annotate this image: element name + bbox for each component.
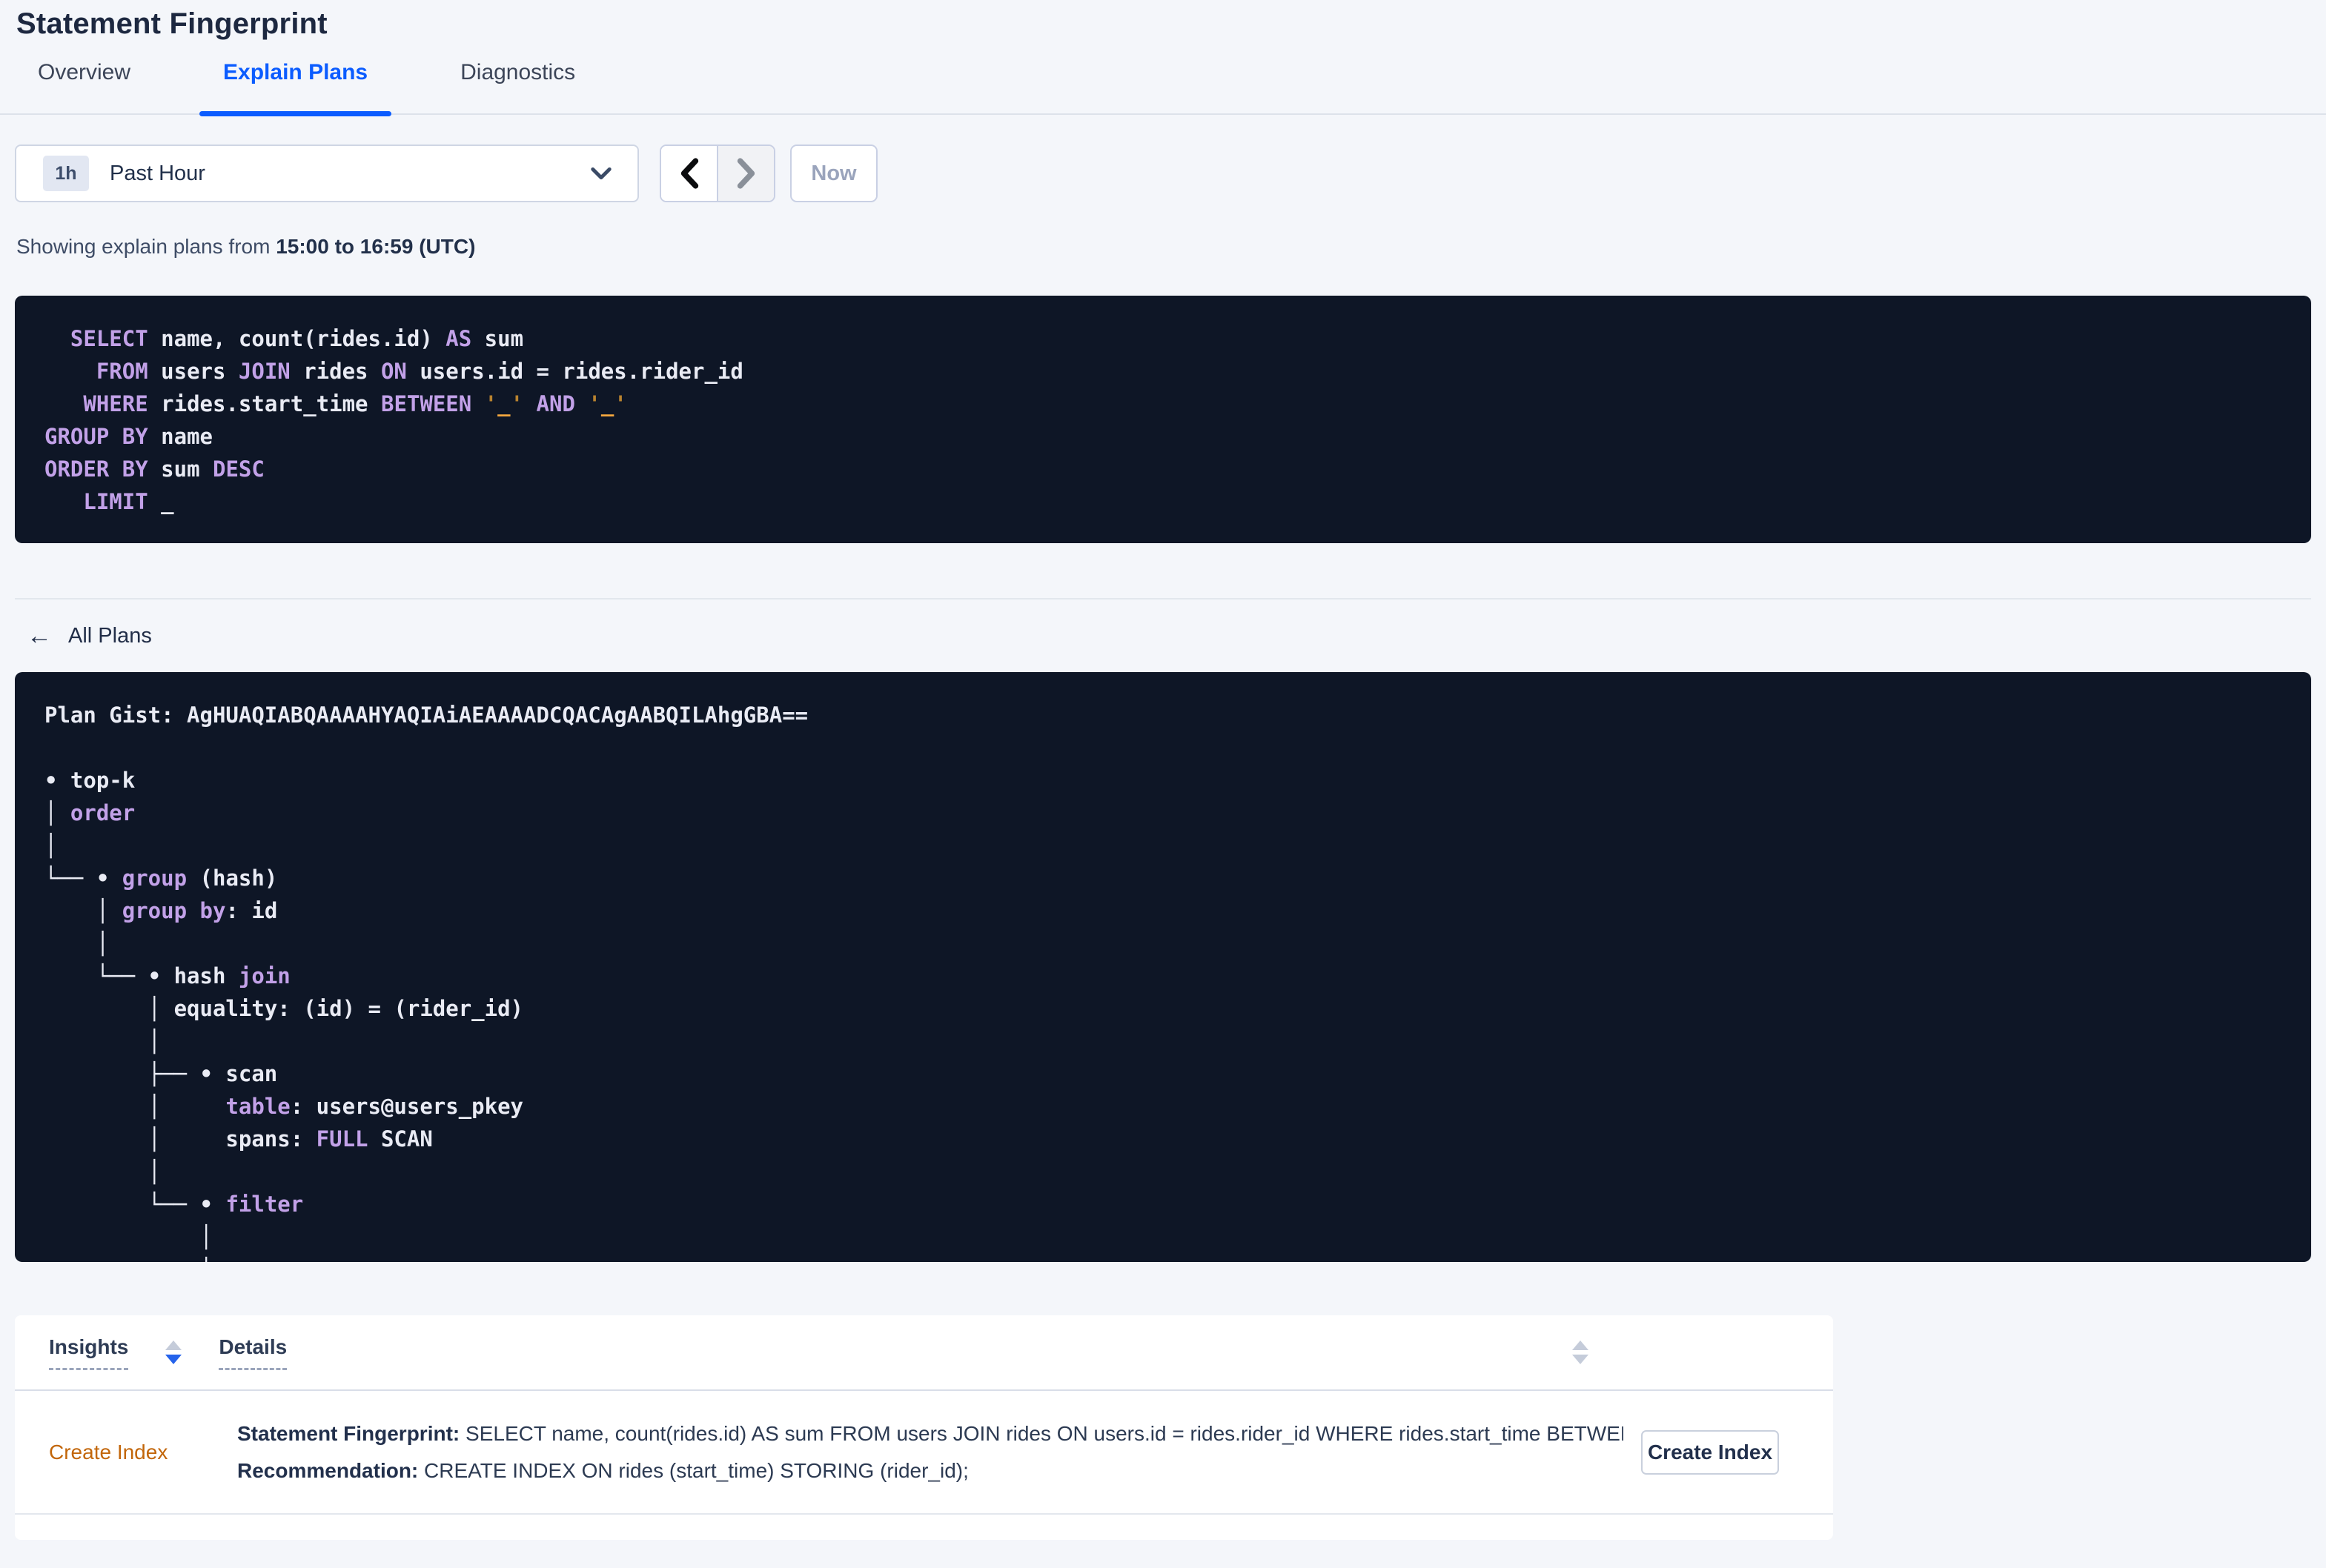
time-pager xyxy=(660,144,775,202)
next-interval-button[interactable] xyxy=(718,146,774,201)
create-index-button[interactable]: Create Index xyxy=(1641,1429,1779,1475)
column-header-details[interactable]: Details xyxy=(219,1335,288,1370)
sort-asc-icon xyxy=(1572,1341,1588,1350)
section-divider xyxy=(15,598,2311,599)
statement-fingerprint-text: SELECT name, count(rides.id) AS sum FROM… xyxy=(460,1421,1623,1445)
plan-gist-block: Plan Gist: AgHUAQIABQAAAAHYAQIAiAEAAAADC… xyxy=(15,672,2311,1262)
create-index-link[interactable]: Create Index xyxy=(49,1441,168,1464)
sort-icon-insights[interactable] xyxy=(165,1341,182,1364)
time-range-label: Past Hour xyxy=(110,161,205,185)
recommendation-line: Recommendation: CREATE INDEX ON rides (s… xyxy=(237,1452,1623,1489)
details-cell: Statement Fingerprint: SELECT name, coun… xyxy=(237,1415,1623,1489)
time-toolbar: 1h Past Hour Now xyxy=(15,144,2326,202)
chevron-right-icon xyxy=(737,158,755,189)
tab-bar: Overview Explain Plans Diagnostics xyxy=(0,60,2326,116)
summary-prefix: Showing explain plans from xyxy=(16,235,276,258)
sql-statement-block: SELECT name, count(rides.id) AS sum FROM… xyxy=(15,296,2311,543)
previous-interval-button[interactable] xyxy=(661,146,718,201)
insights-table-card: Insights Details Create Index Statement … xyxy=(15,1315,1833,1540)
arrow-left-icon: ← xyxy=(27,622,52,650)
time-range-badge: 1h xyxy=(43,156,89,191)
sort-icon-details[interactable] xyxy=(1572,1341,1588,1364)
tab-overview[interactable]: Overview xyxy=(38,60,130,113)
column-header-insights[interactable]: Insights xyxy=(49,1335,129,1370)
recommendation-text: CREATE INDEX ON rides (start_time) STORI… xyxy=(418,1458,969,1482)
now-button[interactable]: Now xyxy=(790,144,878,202)
sort-desc-icon xyxy=(1572,1355,1588,1364)
summary-range: 15:00 to 16:59 (UTC) xyxy=(276,235,476,258)
table-row: Create Index Statement Fingerprint: SELE… xyxy=(15,1391,1833,1515)
chevron-left-icon xyxy=(680,158,698,189)
insights-table-header: Insights Details xyxy=(15,1315,1833,1391)
sort-desc-icon xyxy=(165,1355,182,1364)
chevron-down-icon xyxy=(590,165,612,182)
time-range-summary: Showing explain plans from 15:00 to 16:5… xyxy=(16,235,2326,259)
all-plans-label: All Plans xyxy=(68,623,152,648)
statement-fingerprint-label: Statement Fingerprint: xyxy=(237,1421,460,1445)
time-range-select[interactable]: 1h Past Hour xyxy=(15,144,639,202)
page-title: Statement Fingerprint xyxy=(16,7,328,40)
statement-fingerprint-line: Statement Fingerprint: SELECT name, coun… xyxy=(237,1415,1623,1452)
insight-cell: Create Index xyxy=(49,1441,222,1464)
statement-fingerprint-page: Statement Fingerprint Overview Explain P… xyxy=(0,7,2326,1568)
recommendation-label: Recommendation: xyxy=(237,1458,419,1482)
tab-diagnostics[interactable]: Diagnostics xyxy=(460,60,575,113)
all-plans-back-link[interactable]: ← All Plans xyxy=(27,623,152,648)
sort-asc-icon xyxy=(165,1341,182,1350)
tab-explain-plans[interactable]: Explain Plans xyxy=(199,60,392,116)
